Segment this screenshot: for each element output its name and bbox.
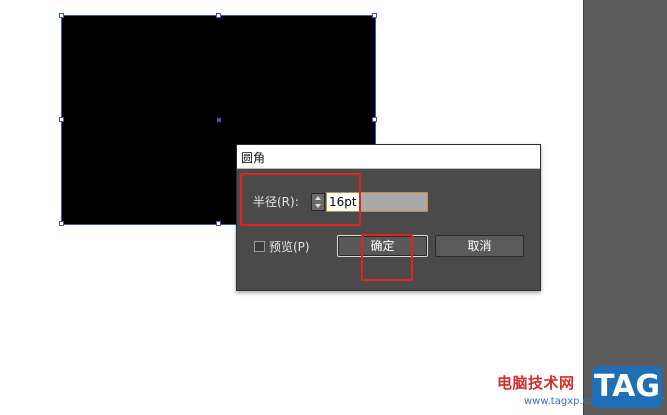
selection-handle-top-left[interactable] — [59, 13, 64, 18]
radius-field-highlight — [240, 173, 361, 226]
selection-handle-bottom-left[interactable] — [59, 221, 64, 226]
selection-handle-middle-right[interactable] — [372, 117, 377, 122]
dialog-titlebar[interactable]: 圆角 — [237, 145, 540, 169]
preview-checkbox[interactable] — [254, 241, 265, 252]
right-side-panel — [583, 0, 667, 415]
selection-center-point — [217, 118, 221, 122]
preview-label[interactable]: 预览(P) — [269, 238, 310, 255]
selection-handle-top-right[interactable] — [372, 13, 377, 18]
watermark-text: 电脑技术网 — [497, 374, 575, 392]
watermark-logo: TAG — [592, 366, 662, 408]
cancel-button[interactable]: 取消 — [435, 235, 524, 257]
selection-handle-middle-left[interactable] — [59, 117, 64, 122]
ok-button-highlight — [361, 234, 413, 281]
dialog-title: 圆角 — [241, 151, 266, 165]
selection-handle-top-middle[interactable] — [216, 13, 221, 18]
selection-handle-bottom-middle[interactable] — [216, 221, 221, 226]
